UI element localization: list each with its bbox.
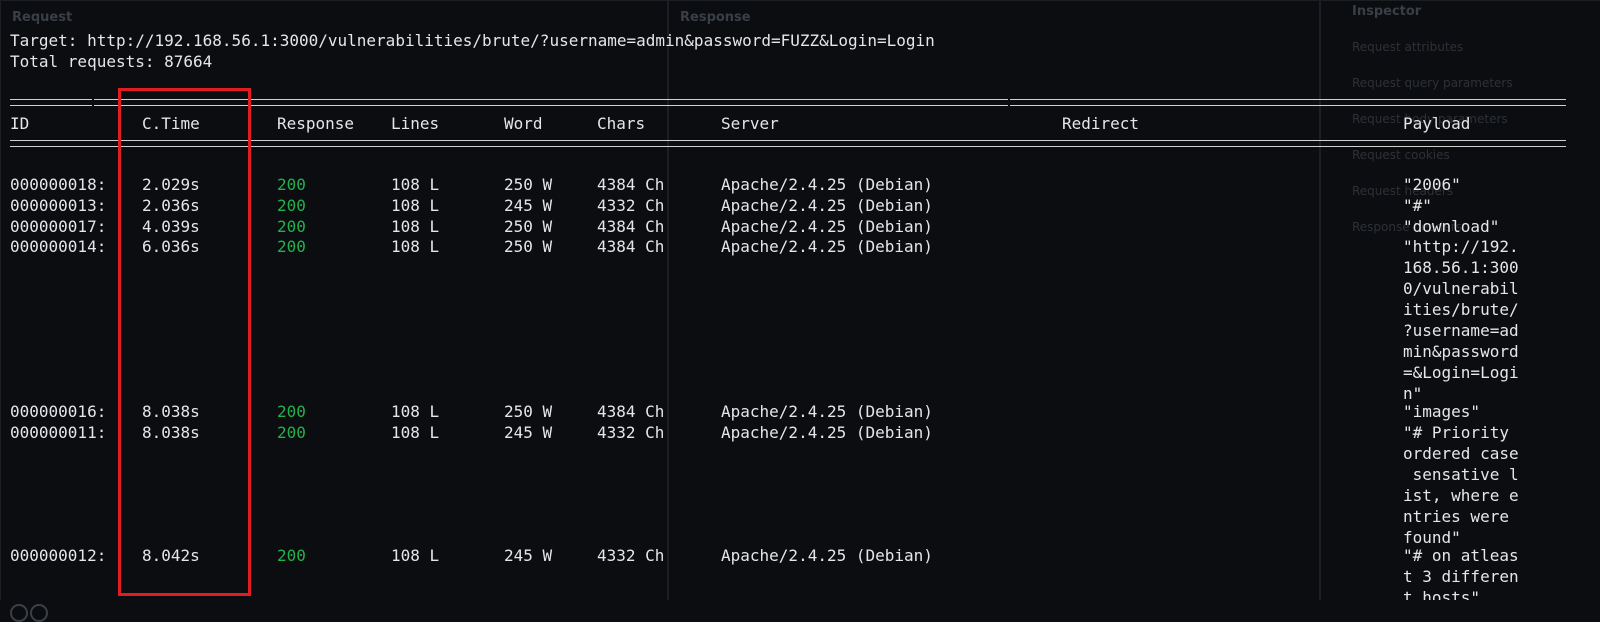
- column-header-lines: Lines: [391, 114, 440, 133]
- row-id: 000000014:: [10, 237, 107, 256]
- row-chars: 4332 Ch: [597, 546, 665, 565]
- settings-icon: [30, 604, 48, 622]
- row-chars: 4384 Ch: [597, 237, 665, 256]
- row-chars: 4384 Ch: [597, 402, 665, 421]
- column-header-chars: Chars: [597, 114, 646, 133]
- column-header-id: ID: [10, 114, 30, 133]
- row-response-code: 200: [277, 546, 306, 565]
- inspector-item: Request cookies: [1352, 148, 1450, 162]
- row-server: Apache/2.4.25 (Debian): [721, 423, 933, 442]
- row-lines: 108 L: [391, 217, 440, 236]
- target-line: Target: http://192.168.56.1:3000/vulnera…: [10, 31, 935, 50]
- row-word: 245 W: [504, 423, 553, 442]
- row-id: 000000011:: [10, 423, 107, 442]
- row-chars: 4384 Ch: [597, 217, 665, 236]
- column-header-response: Response: [277, 114, 355, 133]
- row-payload: "#": [1403, 196, 1432, 215]
- row-id: 000000018:: [10, 175, 107, 194]
- row-lines: 108 L: [391, 402, 440, 421]
- row-id: 000000016:: [10, 402, 107, 421]
- row-response-code: 200: [277, 175, 306, 194]
- row-payload: "download": [1403, 217, 1500, 236]
- bottom-bar: [0, 600, 1600, 622]
- total-requests-line: Total requests: 87664: [10, 52, 213, 71]
- row-word: 250 W: [504, 217, 553, 236]
- row-payload: "http://192. 168.56.1:300 0/vulnerabil i…: [1403, 237, 1519, 403]
- row-response-code: 200: [277, 237, 306, 256]
- row-response-code: 200: [277, 402, 306, 421]
- row-server: Apache/2.4.25 (Debian): [721, 217, 933, 236]
- gear-icon: [10, 604, 28, 622]
- column-header-redirect: Redirect: [1062, 114, 1140, 133]
- row-id: 000000012:: [10, 546, 107, 565]
- row-server: Apache/2.4.25 (Debian): [721, 196, 933, 215]
- row-chars: 4332 Ch: [597, 196, 665, 215]
- column-header-word: Word: [504, 114, 543, 133]
- row-id: 000000017:: [10, 217, 107, 236]
- row-lines: 108 L: [391, 175, 440, 194]
- ctime-highlight-box: [118, 88, 251, 596]
- row-response-code: 200: [277, 217, 306, 236]
- request-panel-frame: [0, 0, 668, 602]
- inspector-item: Request query parameters: [1352, 76, 1513, 90]
- row-word: 250 W: [504, 402, 553, 421]
- row-server: Apache/2.4.25 (Debian): [721, 402, 933, 421]
- row-server: Apache/2.4.25 (Debian): [721, 175, 933, 194]
- row-server: Apache/2.4.25 (Debian): [721, 237, 933, 256]
- row-chars: 4332 Ch: [597, 423, 665, 442]
- response-panel-frame: [668, 0, 1320, 602]
- row-lines: 108 L: [391, 546, 440, 565]
- row-lines: 108 L: [391, 196, 440, 215]
- row-response-code: 200: [277, 423, 306, 442]
- row-id: 000000013:: [10, 196, 107, 215]
- column-header-server: Server: [721, 114, 779, 133]
- row-word: 245 W: [504, 546, 553, 565]
- row-payload: "2006": [1403, 175, 1461, 194]
- row-lines: 108 L: [391, 237, 440, 256]
- row-word: 250 W: [504, 237, 553, 256]
- column-header-payload: Payload: [1403, 114, 1471, 133]
- row-response-code: 200: [277, 196, 306, 215]
- row-payload: "# Priority ordered case sensative l ist…: [1403, 423, 1519, 547]
- row-word: 250 W: [504, 175, 553, 194]
- row-chars: 4384 Ch: [597, 175, 665, 194]
- rule-split: [1008, 99, 1010, 106]
- row-payload: "images": [1403, 402, 1481, 421]
- row-word: 245 W: [504, 196, 553, 215]
- inspector-item: Request attributes: [1352, 40, 1464, 54]
- row-server: Apache/2.4.25 (Debian): [721, 546, 933, 565]
- rule-split: [92, 99, 94, 106]
- row-lines: 108 L: [391, 423, 440, 442]
- row-payload: "# on atleas t 3 differen t hosts": [1403, 546, 1519, 607]
